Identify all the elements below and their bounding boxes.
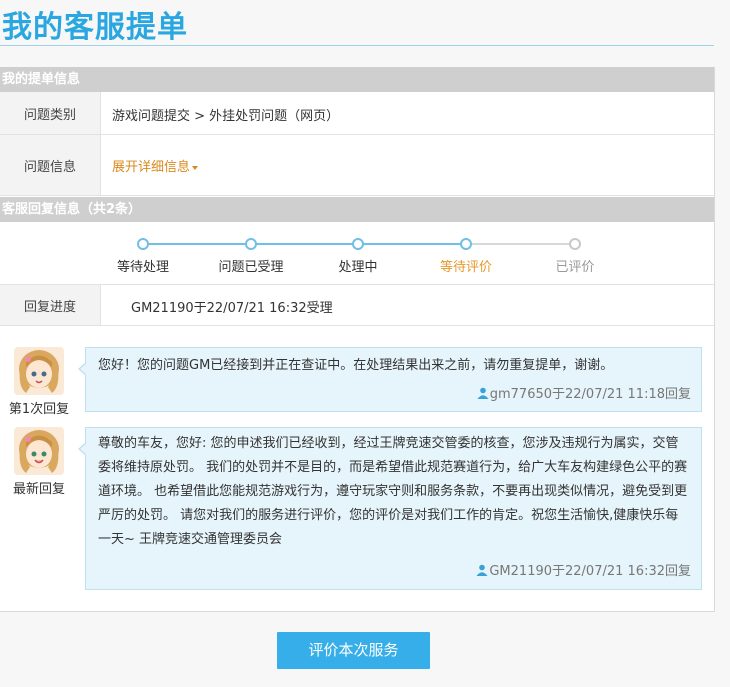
person-icon — [477, 387, 489, 399]
step-waiting: 等待处理 — [103, 238, 183, 275]
reply-text: 您好！您的问题GM已经接到并正在查证中。在处理结果出来之前，请勿重复提单，谢谢。 — [98, 358, 614, 373]
person-icon — [476, 564, 488, 576]
anime-girl-avatar-icon — [14, 427, 64, 475]
step-label: 等待处理 — [116, 260, 169, 275]
reply-meta-text: GM21190于22/07/21 16:32回复 — [489, 564, 691, 579]
step-dot — [137, 238, 149, 250]
reply-bubble: 您好！您的问题GM已经接到并正在查证中。在处理结果出来之前，请勿重复提单，谢谢。… — [78, 347, 702, 412]
step-label: 等待评价 — [439, 260, 492, 275]
progress-track-done — [143, 243, 466, 245]
step-dot — [352, 238, 364, 250]
step-dot — [460, 238, 472, 250]
category-label: 问题类别 — [0, 92, 101, 134]
reply-text: 尊敬的车友，您好: 您的申述我们已经收到，经过王牌竞速交管委的核查，您涉及违规行… — [98, 436, 688, 547]
reply-caption: 最新回复 — [12, 482, 65, 497]
reply-bubble: 尊敬的车友，您好: 您的申述我们已经收到，经过王牌竞速交管委的核查，您涉及违规行… — [78, 427, 702, 590]
ticket-info-header: 我的提单信息 — [0, 67, 714, 92]
step-processing: 处理中 — [318, 238, 398, 275]
expand-details-link[interactable]: 展开详细信息 — [112, 156, 199, 175]
expand-details-label[interactable]: 展开详细信息 — [112, 160, 190, 175]
rate-service-button[interactable]: 评价本次服务 — [277, 632, 430, 669]
step-accepted: 问题已受理 — [211, 238, 291, 275]
info-row: 问题信息 展开详细信息 — [0, 135, 714, 196]
reply-info-header: 客服回复信息（共2条） — [0, 197, 714, 222]
step-awaiting-review: 等待评价 — [426, 238, 506, 275]
step-dot — [569, 238, 581, 250]
reply-meta: gm77650于22/07/21 11:18回复 — [477, 383, 691, 402]
progress-label: 回复进度 — [0, 285, 101, 325]
step-dot — [245, 238, 257, 250]
step-label: 处理中 — [338, 260, 378, 275]
step-label: 问题已受理 — [218, 260, 284, 275]
step-label: 已评价 — [555, 260, 595, 275]
title-divider — [0, 45, 714, 46]
anime-girl-avatar-icon — [14, 347, 64, 395]
progress-row: 回复进度 GM21190于22/07/21 16:32受理 — [0, 284, 714, 326]
caret-down-icon — [192, 165, 199, 170]
category-row: 问题类别 游戏问题提交 > 外挂处罚问题（网页） — [0, 92, 714, 135]
page-title: 我的客服提单 — [2, 10, 188, 45]
reply-caption: 第1次回复 — [8, 402, 70, 417]
reply-meta-text: gm77650于22/07/21 11:18回复 — [489, 387, 691, 402]
info-label: 问题信息 — [0, 135, 101, 195]
category-value: 游戏问题提交 > 外挂处罚问题（网页） — [112, 109, 340, 124]
reply-meta: GM21190于22/07/21 16:32回复 — [476, 560, 691, 579]
status-progress: 等待处理 问题已受理 处理中 等待评价 已评价 — [113, 232, 595, 275]
step-reviewed: 已评价 — [535, 238, 615, 275]
progress-value: GM21190于22/07/21 16:32受理 — [131, 301, 333, 316]
